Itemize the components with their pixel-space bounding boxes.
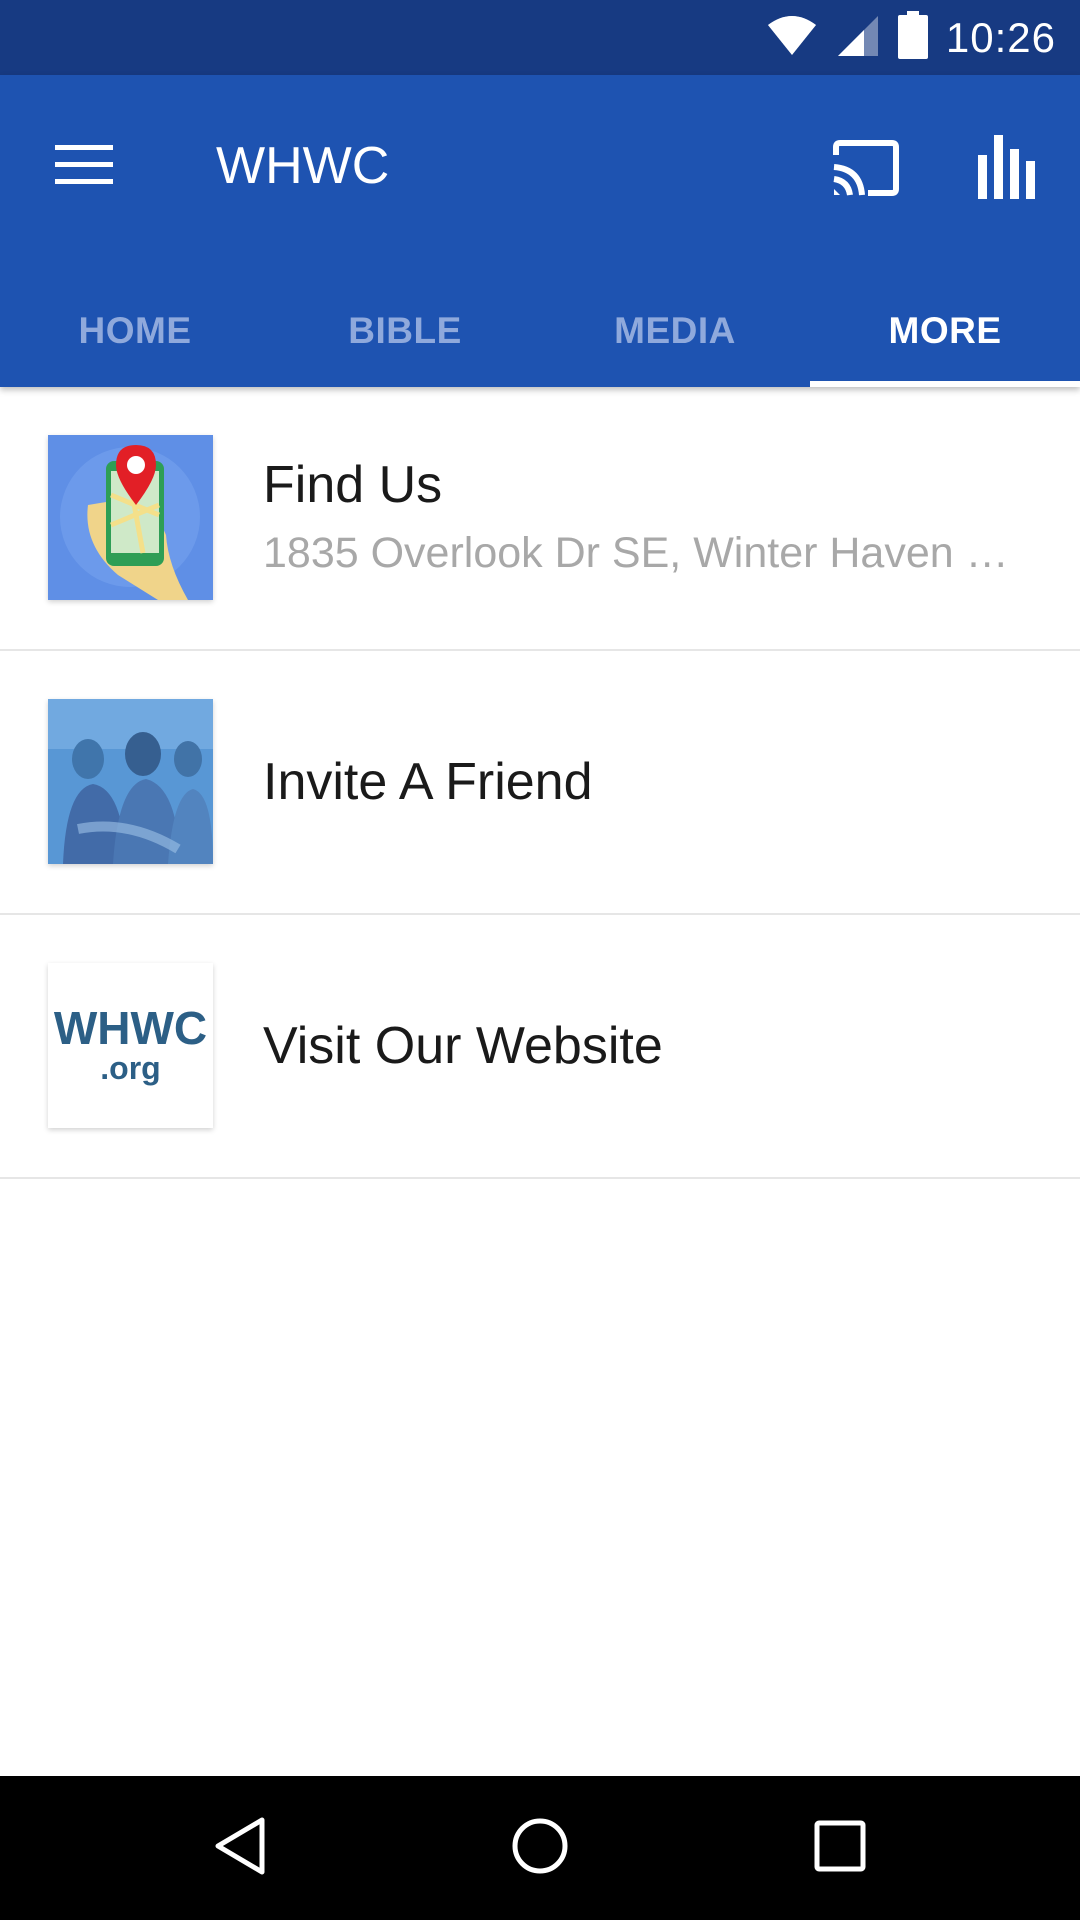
menu-icon	[55, 144, 113, 190]
logo-text: WHWC	[53, 1001, 208, 1054]
tab-home[interactable]: HOME	[0, 275, 270, 387]
list-item-find-us[interactable]: Find Us 1835 Overlook Dr SE, Winter Have…	[0, 387, 1080, 651]
recents-button[interactable]	[790, 1798, 890, 1898]
app-bar: WHWC HOME BIBLE MEDIA MORE	[0, 75, 1080, 387]
navigation-bar	[0, 1776, 1080, 1920]
tab-bible[interactable]: BIBLE	[270, 275, 540, 387]
bar-chart-icon	[978, 134, 1036, 204]
list-item-visit-website[interactable]: WHWC .org Visit Our Website	[0, 915, 1080, 1179]
cast-icon	[830, 139, 900, 202]
cell-signal-icon	[836, 12, 880, 63]
list-item-title: Invite A Friend	[263, 752, 593, 811]
recents-icon	[814, 1820, 866, 1877]
list-item-title: Find Us	[263, 456, 443, 515]
back-icon	[212, 1816, 268, 1881]
cast-button[interactable]	[820, 125, 910, 215]
home-button[interactable]	[490, 1798, 590, 1898]
menu-button[interactable]	[44, 127, 124, 207]
list-item-text: Find Us 1835 Overlook Dr SE, Winter Have…	[263, 387, 1020, 649]
status-bar: 10:26	[0, 0, 1080, 75]
tab-more[interactable]: MORE	[810, 275, 1080, 387]
whwc-org-logo: WHWC .org	[48, 963, 213, 1128]
home-icon	[510, 1816, 570, 1881]
app-title: WHWC	[216, 137, 390, 195]
list-item-text: Visit Our Website	[263, 915, 1020, 1177]
battery-icon	[897, 11, 928, 64]
status-icons: 10:26	[766, 0, 1056, 75]
list-item-invite-friend[interactable]: Invite A Friend	[0, 651, 1080, 915]
logo-subtext: .org	[100, 1049, 161, 1086]
tab-media[interactable]: MEDIA	[540, 275, 810, 387]
wifi-icon	[766, 13, 818, 62]
stats-button[interactable]	[962, 119, 1052, 219]
status-time: 10:26	[945, 13, 1056, 61]
list-item-subtitle: 1835 Overlook Dr SE, Winter Haven F...	[263, 529, 1020, 578]
list-item-text: Invite A Friend	[263, 651, 1020, 913]
tab-bar: HOME BIBLE MEDIA MORE	[0, 275, 1080, 387]
map-location-phone-icon	[48, 435, 213, 600]
people-photo	[48, 699, 213, 864]
more-list: Find Us 1835 Overlook Dr SE, Winter Have…	[0, 387, 1080, 1179]
list-item-title: Visit Our Website	[263, 1016, 663, 1075]
back-button[interactable]	[190, 1798, 290, 1898]
